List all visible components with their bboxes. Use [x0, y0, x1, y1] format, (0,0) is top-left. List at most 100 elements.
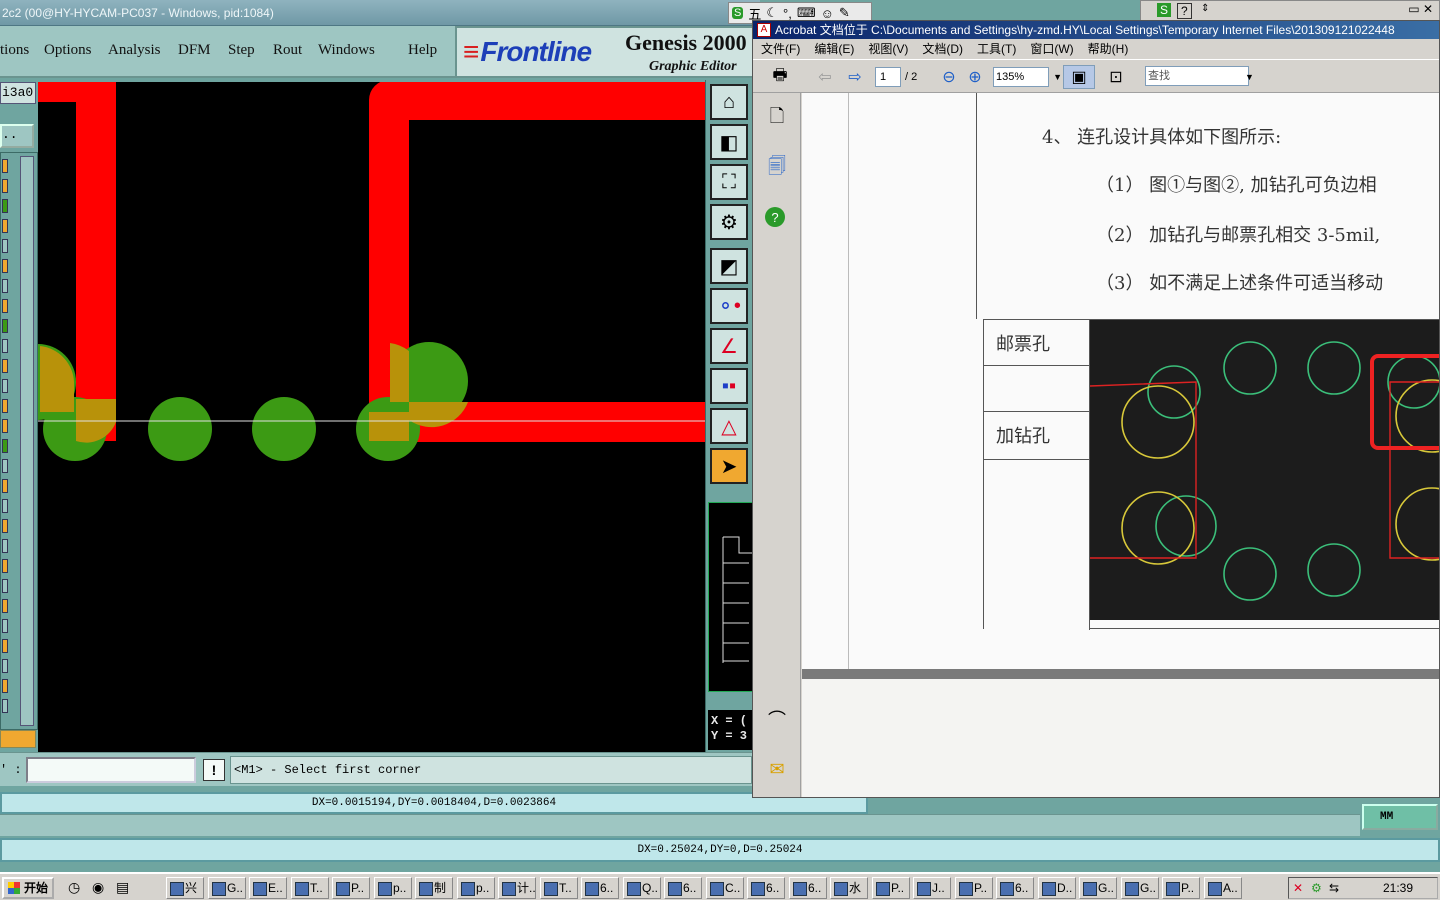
- layer-swatch[interactable]: [2, 659, 8, 673]
- point-to-point-icon[interactable]: ▪ ▪: [710, 368, 748, 404]
- taskbar-item[interactable]: 计..: [498, 877, 536, 899]
- taskbar-item[interactable]: G..: [1079, 877, 1117, 899]
- next-page-icon[interactable]: ⇨: [843, 65, 867, 89]
- taskbar-item[interactable]: 6..: [664, 877, 702, 899]
- layer-swatch[interactable]: [2, 239, 8, 253]
- prev-page-icon[interactable]: ⇦: [813, 65, 837, 89]
- layer-swatch[interactable]: [2, 279, 8, 293]
- layer-swatch[interactable]: [2, 179, 8, 193]
- command-input[interactable]: [26, 757, 196, 783]
- fit-width-icon[interactable]: ⊡: [1103, 65, 1129, 89]
- info-button[interactable]: !: [203, 759, 225, 781]
- tray-network-icon[interactable]: ⇆: [1329, 878, 1339, 898]
- layer-swatch[interactable]: [2, 159, 8, 173]
- menu-tools[interactable]: 工具(T): [977, 39, 1016, 59]
- window-controls-icon[interactable]: ▭ ✕: [1408, 2, 1433, 16]
- taskbar-item[interactable]: 6..: [747, 877, 785, 899]
- zoom-select[interactable]: 135% ▼: [993, 67, 1062, 87]
- layer-swatch[interactable]: [2, 399, 8, 413]
- find-input[interactable]: 查找: [1145, 66, 1249, 86]
- pages-icon[interactable]: 🗋: [765, 106, 789, 131]
- select-arrow-icon[interactable]: ➤: [710, 448, 748, 484]
- layer-swatch[interactable]: [2, 439, 8, 453]
- fit-page-icon[interactable]: ▣: [1063, 65, 1095, 89]
- clock-icon[interactable]: ◷: [68, 879, 80, 896]
- menu-functions[interactable]: tions: [0, 42, 29, 59]
- menu-document[interactable]: 文档(D): [922, 39, 963, 59]
- layer-browse-button[interactable]: ..: [0, 124, 34, 148]
- desktop-icon[interactable]: ▤: [116, 879, 129, 896]
- chevron-down-icon[interactable]: ▼: [1053, 68, 1062, 86]
- zoom-out-icon[interactable]: ⊖: [939, 65, 959, 89]
- taskbar-item[interactable]: Q..: [623, 877, 661, 899]
- menu-windows[interactable]: Windows: [318, 42, 375, 59]
- taskbar-item[interactable]: D..: [1038, 877, 1076, 899]
- comments-icon[interactable]: ✉: [765, 757, 789, 781]
- taskbar-item[interactable]: p..: [374, 877, 412, 899]
- menu-rout[interactable]: Rout: [273, 42, 302, 59]
- layer-swatch[interactable]: [2, 539, 8, 553]
- zoom-in-icon[interactable]: ⊕: [965, 65, 985, 89]
- layer-swatch[interactable]: [2, 299, 8, 313]
- layer-name-field[interactable]: i3a0: [0, 82, 36, 104]
- user-icon[interactable]: ☺: [821, 6, 834, 21]
- sogou-icon[interactable]: S: [1157, 3, 1172, 17]
- menu-options[interactable]: Options: [44, 42, 92, 59]
- zoom-home-icon[interactable]: ⌂: [710, 84, 748, 120]
- bookmarks-icon[interactable]: 🗐: [765, 156, 789, 181]
- punctuation-icon[interactable]: °,: [783, 6, 792, 21]
- layer-swatch[interactable]: [2, 699, 8, 713]
- zoom-back-icon[interactable]: ◧: [710, 124, 748, 160]
- taskbar-item[interactable]: 兴: [166, 877, 204, 899]
- layer-swatch[interactable]: [2, 379, 8, 393]
- layer-swatch[interactable]: [2, 419, 8, 433]
- unit-selector[interactable]: MM: [1362, 804, 1438, 830]
- tray-app-icon[interactable]: ✕: [1293, 878, 1303, 898]
- taskbar-item[interactable]: J..: [913, 877, 951, 899]
- print-icon[interactable]: 🖶: [767, 65, 793, 89]
- menu-edit[interactable]: 编辑(E): [814, 39, 854, 59]
- taskbar-item[interactable]: 6..: [789, 877, 827, 899]
- page-number-input[interactable]: 1: [875, 67, 901, 87]
- attachment-icon[interactable]: ⌒: [765, 707, 789, 731]
- small-utility-window[interactable]: S ? ⇕ ▭ ✕: [1140, 0, 1440, 22]
- layer-scrollbar[interactable]: [20, 156, 34, 726]
- start-button[interactable]: 开始: [2, 877, 54, 899]
- layer-swatch[interactable]: [2, 579, 8, 593]
- layer-swatch[interactable]: [2, 479, 8, 493]
- layer-swatch[interactable]: [2, 339, 8, 353]
- wrench-icon[interactable]: ✎: [839, 5, 850, 21]
- keyboard-icon[interactable]: ⌨: [797, 5, 816, 21]
- taskbar-item[interactable]: 6..: [581, 877, 619, 899]
- layer-swatch[interactable]: [2, 499, 8, 513]
- layer-swatch[interactable]: [2, 199, 8, 213]
- taskbar-item[interactable]: T..: [540, 877, 578, 899]
- menu-help[interactable]: Help: [408, 42, 437, 59]
- taskbar-item[interactable]: 制: [415, 877, 453, 899]
- taskbar-item[interactable]: A..: [1204, 877, 1242, 899]
- layer-swatch[interactable]: [2, 259, 8, 273]
- layer-swatch[interactable]: [2, 319, 8, 333]
- menu-dfm[interactable]: DFM: [178, 42, 211, 59]
- snap-icon[interactable]: ◩: [710, 248, 748, 284]
- layer-swatch[interactable]: [2, 639, 8, 653]
- layer-swatch[interactable]: [2, 599, 8, 613]
- taskbar-item[interactable]: P..: [332, 877, 370, 899]
- menu-help[interactable]: 帮助(H): [1088, 39, 1129, 59]
- taskbar-item[interactable]: P..: [1162, 877, 1200, 899]
- taskbar-item[interactable]: T..: [291, 877, 329, 899]
- measure-icon[interactable]: ∠: [710, 328, 748, 364]
- chevron-down-icon[interactable]: ▼: [1245, 72, 1254, 82]
- tray-sogou-icon[interactable]: ⚙: [1311, 878, 1322, 898]
- layer-swatch[interactable]: [2, 519, 8, 533]
- layer-swatch[interactable]: [2, 359, 8, 373]
- taskbar-item[interactable]: 水: [830, 877, 868, 899]
- layer-swatch[interactable]: [2, 559, 8, 573]
- zoom-fit-icon[interactable]: ⛶: [710, 164, 748, 200]
- layer-swatch[interactable]: [2, 459, 8, 473]
- taskbar-item[interactable]: G..: [208, 877, 246, 899]
- ie-icon[interactable]: ◉: [92, 879, 104, 896]
- net-connect-icon[interactable]: ⚬ •: [710, 288, 748, 324]
- layer-swatch[interactable]: [2, 679, 8, 693]
- sogou-icon[interactable]: S: [732, 7, 744, 19]
